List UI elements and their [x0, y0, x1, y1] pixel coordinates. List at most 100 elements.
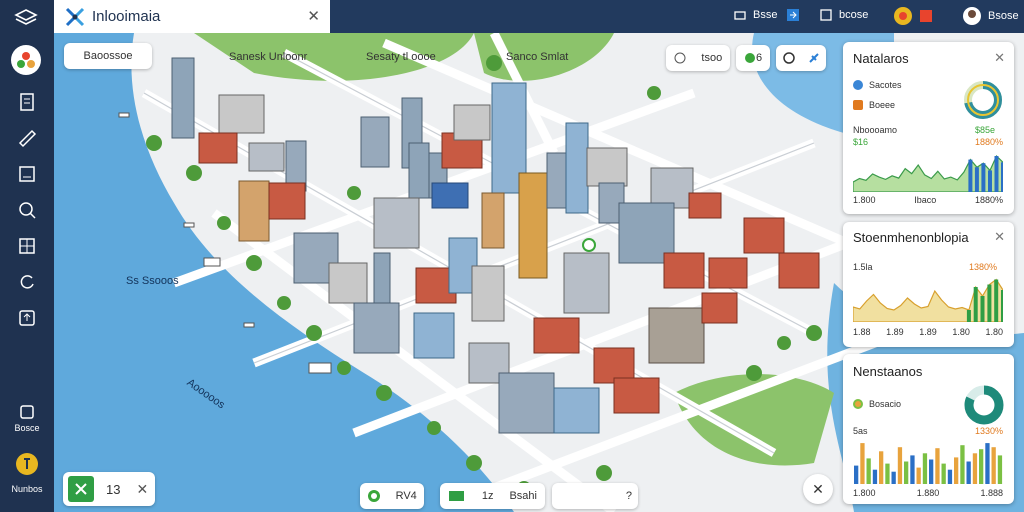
panel-2-sub-left: 1.5la — [853, 262, 873, 272]
panel-1-chart-bar — [1001, 162, 1003, 192]
panel-3-sub-left: 5as — [853, 426, 868, 436]
panel-3-chart-bar — [866, 458, 871, 484]
panel-3-chart-bar — [872, 469, 878, 484]
panel-3-legend-1: Bosacio — [853, 399, 901, 409]
panel-3-donut — [964, 385, 1004, 425]
notification-icon — [894, 7, 912, 25]
layers-icon[interactable] — [14, 8, 38, 28]
panel-3-chart-bar — [941, 463, 946, 484]
layer-chip-label: tsoo — [701, 52, 723, 64]
panel-3-chart-bar — [860, 443, 865, 484]
legend-square-icon — [853, 100, 863, 110]
panel-3-chart-bar — [954, 457, 959, 484]
panel-2-chart-bar — [973, 287, 978, 322]
close-zoom-icon[interactable]: ✕ — [136, 481, 148, 498]
location-marker[interactable] — [582, 238, 596, 252]
search-chip[interactable]: Baoossoe — [64, 43, 152, 69]
zoom-control[interactable]: 13 ✕ — [63, 472, 155, 506]
help-icon[interactable] — [15, 452, 39, 476]
upload-icon[interactable] — [15, 306, 39, 330]
panel-1-sub-left: Nboooamo — [853, 125, 898, 135]
panel-2-axis-3: 1.80 — [952, 327, 970, 337]
image-icon[interactable] — [15, 162, 39, 186]
layer-chip[interactable]: tsoo — [666, 45, 730, 71]
panel-3-title: Nenstaanos — [853, 364, 923, 379]
panel-1-close-icon[interactable]: ✕ — [994, 50, 1005, 66]
close-map-button[interactable]: ✕ — [803, 474, 833, 504]
app-logo-icon — [65, 7, 85, 27]
panel-1-chart — [853, 154, 1003, 192]
map-label-4: Ss Ssooos — [126, 275, 179, 287]
panel-3-legend-1-label: Bosacio — [869, 399, 902, 409]
tools-chip[interactable] — [776, 45, 826, 71]
panel-1-sub-left-value: $16 — [853, 137, 869, 147]
panel-2-axis-4: 1.80 — [985, 327, 1003, 337]
search-location-icon[interactable] — [15, 198, 39, 222]
top-item-1[interactable]: Bsse — [733, 8, 777, 22]
refresh-icon[interactable] — [15, 270, 39, 294]
user-name: Bsose — [988, 10, 1019, 22]
search-chip-label: Baoossoe — [83, 50, 133, 62]
bottom-input[interactable]: ? — [552, 483, 638, 509]
panel-1-axis-2: 1880% — [974, 195, 1003, 205]
panel-3-chart-bar — [985, 443, 990, 484]
close-map-icon: ✕ — [812, 480, 824, 497]
panel-3-chart-bar — [972, 453, 978, 484]
map-label-2: Sesaty tl oooe — [366, 51, 436, 63]
panel-3-chart-bar — [991, 447, 996, 484]
ruler-icon[interactable] — [15, 126, 39, 150]
bottom-chip-1[interactable]: RV4 — [360, 483, 424, 509]
panel-3: Nenstaanos Bosacio 5as 1330% 1.800 1.880… — [843, 354, 1014, 504]
panel-2-title: Stoenmhenonblopia — [853, 230, 969, 245]
panel-3-chart-bar — [916, 467, 921, 484]
bottom-chip-2[interactable]: 1z Bsahi — [440, 483, 545, 509]
panel-2: Stoenmhenonblopia ✕ 1.5la 1380% 1.88 1.8… — [843, 222, 1014, 347]
panel-3-chart-bar — [904, 461, 909, 484]
panel-1-chart-bar — [988, 170, 992, 192]
clock-icon — [674, 52, 686, 64]
panel-2-axis-2: 1.89 — [919, 327, 937, 337]
close-icon[interactable]: ✕ — [307, 7, 320, 25]
panel-3-chart-bar — [935, 448, 940, 484]
app-tab[interactable]: Inlooimaia ✕ — [54, 0, 330, 33]
panel-1-chart-bar — [981, 163, 986, 192]
panel-3-chart-bar — [979, 449, 984, 484]
top-item-share[interactable] — [786, 8, 800, 22]
settings-icon[interactable] — [15, 400, 39, 424]
document-icon[interactable] — [15, 90, 39, 114]
panel-1-legend-2-label: Boeee — [869, 100, 896, 110]
panel-2-chart-bar — [966, 310, 971, 322]
bottom-chip-1-label: RV4 — [395, 490, 417, 502]
grid-icon[interactable] — [15, 234, 39, 258]
sidebar-label-nunbos: Nunbos — [11, 484, 43, 494]
calendar-icon — [820, 9, 832, 21]
rotate-icon — [782, 52, 795, 64]
panel-3-axis: 1.800 1.880 1.888 — [853, 488, 1003, 498]
alert-icon — [920, 10, 932, 22]
panel-3-chart-bar — [966, 461, 971, 484]
panel-3-chart-bar — [947, 469, 953, 484]
panel-1-chart-bar — [994, 156, 999, 192]
panel-3-axis-1: 1.880 — [916, 488, 940, 498]
panel-3-chart-bar — [960, 445, 965, 484]
panel-3-chart-bar — [879, 451, 884, 484]
panel-2-axis-0: 1.88 — [853, 327, 871, 337]
panel-2-sub-right: 1380% — [969, 262, 998, 272]
map-toggle-icon[interactable] — [68, 476, 94, 502]
panel-3-axis-2: 1.888 — [980, 488, 1003, 498]
panel-2-chart-bar — [987, 284, 992, 322]
panel-2-axis: 1.88 1.89 1.89 1.80 1.80 — [853, 327, 1003, 337]
panel-3-chart-bar — [922, 453, 928, 484]
filter-chip[interactable]: 6 — [736, 45, 770, 71]
status-icon — [744, 53, 755, 63]
panel-1-axis-0: 1.800 — [853, 195, 876, 205]
avatar[interactable] — [11, 45, 41, 75]
legend-dot-icon — [853, 80, 863, 90]
map-label-1: Sanesk Unloonr — [229, 51, 308, 63]
top-item-2[interactable]: bcose — [819, 8, 868, 22]
panel-3-chart-bar — [929, 459, 934, 484]
top-item-notify[interactable] — [893, 6, 933, 26]
top-item-1-label: Bsse — [753, 9, 778, 21]
user-menu[interactable]: Bsose — [962, 6, 1019, 26]
panel-2-close-icon[interactable]: ✕ — [994, 229, 1005, 245]
